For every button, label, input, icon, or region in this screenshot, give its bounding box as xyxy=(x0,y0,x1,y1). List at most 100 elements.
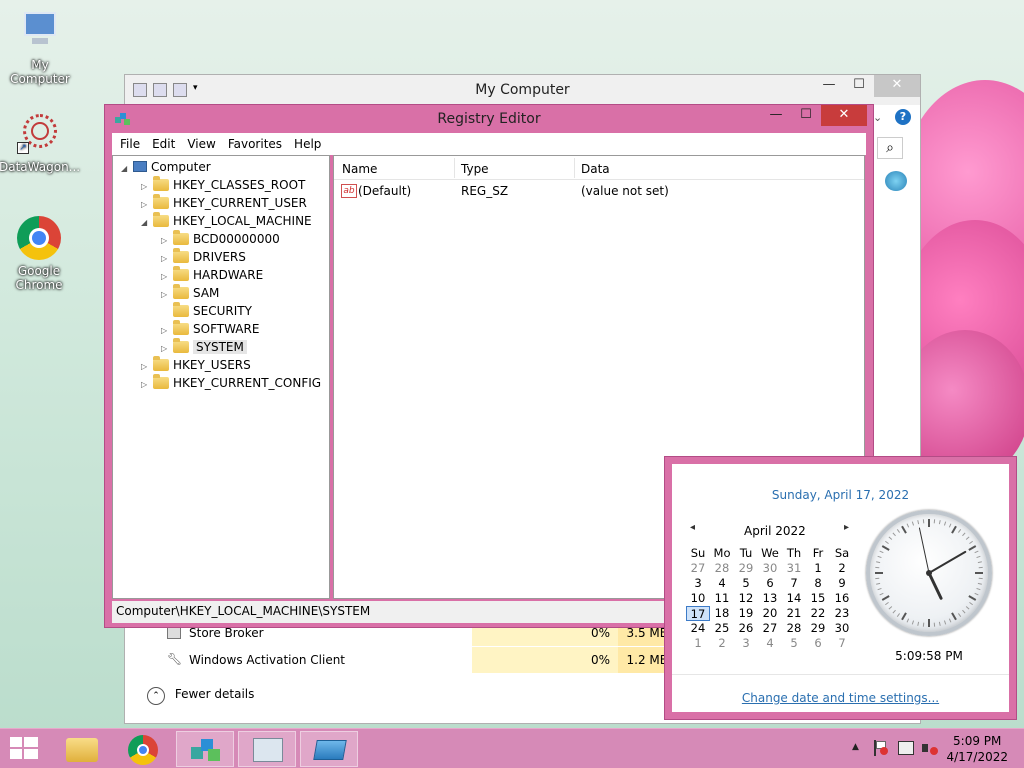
desktop-icon-google-chrome[interactable]: Google Chrome xyxy=(0,216,79,292)
expand-arrow-icon[interactable]: ▷ xyxy=(141,376,151,394)
fewer-details-button[interactable]: ⌃ Fewer details xyxy=(147,687,254,705)
calendar-day[interactable]: 29 xyxy=(806,621,830,636)
column-header-type[interactable]: Type xyxy=(461,162,489,176)
calendar-day[interactable]: 16 xyxy=(830,591,854,606)
close-button[interactable]: ✕ xyxy=(874,75,920,97)
calendar-day[interactable]: 1 xyxy=(686,636,710,651)
clock-flyout[interactable]: Sunday, April 17, 2022 ◂ April 2022 ▸ Su… xyxy=(664,456,1017,720)
close-button[interactable]: ✕ xyxy=(821,105,867,126)
change-date-time-settings-link[interactable]: Change date and time settings... xyxy=(672,691,1009,705)
desktop-icon-datawagon[interactable]: ↗ DataWagon... xyxy=(0,112,80,174)
registry-editor-titlebar[interactable]: Registry Editor — ☐ ✕ xyxy=(105,105,873,133)
tree-node-hkey-classes-root[interactable]: ▷ HKEY_CLASSES_ROOT xyxy=(141,176,305,194)
tree-node-computer[interactable]: ◢ Computer xyxy=(121,158,211,176)
calendar-day[interactable]: 23 xyxy=(830,606,854,621)
menu-file[interactable]: File xyxy=(116,133,148,155)
tree-node-sam[interactable]: ▷ SAM xyxy=(161,284,219,302)
tree-node-software[interactable]: ▷ SOFTWARE xyxy=(161,320,259,338)
network-icon[interactable] xyxy=(885,171,907,191)
column-header-name[interactable]: Name xyxy=(342,162,377,176)
calendar-day[interactable]: 26 xyxy=(734,621,758,636)
calendar-day-today[interactable]: 17 xyxy=(686,606,710,621)
maximize-button[interactable]: ☐ xyxy=(844,75,874,97)
menu-favorites[interactable]: Favorites xyxy=(224,133,290,155)
calendar-day[interactable]: 6 xyxy=(758,576,782,591)
calendar-day[interactable]: 5 xyxy=(734,576,758,591)
help-icon[interactable]: ? xyxy=(895,109,911,125)
taskbar-task-manager[interactable] xyxy=(238,731,296,767)
calendar-day[interactable]: 6 xyxy=(806,636,830,651)
calendar-day[interactable]: 4 xyxy=(710,576,734,591)
calendar-day[interactable]: 21 xyxy=(782,606,806,621)
tree-node-hardware[interactable]: ▷ HARDWARE xyxy=(161,266,263,284)
calendar-day[interactable]: 3 xyxy=(734,636,758,651)
calendar-day[interactable]: 20 xyxy=(758,606,782,621)
calendar-day[interactable]: 27 xyxy=(758,621,782,636)
menu-help[interactable]: Help xyxy=(290,133,329,155)
calendar-month[interactable]: April 2022 xyxy=(744,524,806,538)
calendar-day[interactable]: 7 xyxy=(830,636,854,651)
my-computer-titlebar[interactable]: ▾ My Computer — ☐ ✕ xyxy=(125,75,920,105)
calendar-day[interactable]: 13 xyxy=(758,591,782,606)
collapse-arrow-icon[interactable]: ◢ xyxy=(121,160,131,178)
taskbar-file-explorer[interactable] xyxy=(54,731,112,767)
calendar-day[interactable]: 22 xyxy=(806,606,830,621)
calendar-day[interactable]: 29 xyxy=(734,561,758,576)
menu-edit[interactable]: Edit xyxy=(148,133,183,155)
action-center-flag-icon[interactable] xyxy=(874,740,888,756)
registry-value-row[interactable]: ab (Default) REG_SZ (value not set) xyxy=(334,182,864,200)
taskbar-remote-desktop[interactable] xyxy=(300,731,358,767)
tree-node-system[interactable]: ▷ SYSTEM xyxy=(161,338,247,356)
network-tray-icon[interactable] xyxy=(898,741,914,755)
maximize-button[interactable]: ☐ xyxy=(791,105,821,126)
desktop-icon-my-computer[interactable]: My Computer xyxy=(0,10,80,86)
tree-node-hkey-current-config[interactable]: ▷ HKEY_CURRENT_CONFIG xyxy=(141,374,321,392)
calendar-day[interactable]: 8 xyxy=(806,576,830,591)
start-button[interactable] xyxy=(10,737,38,761)
search-icon[interactable]: ⌕ xyxy=(877,137,903,159)
ribbon-expand-icon[interactable]: ⌄ xyxy=(873,111,882,124)
calendar-day[interactable]: 1 xyxy=(806,561,830,576)
calendar-day[interactable]: 14 xyxy=(782,591,806,606)
calendar-day[interactable]: 9 xyxy=(830,576,854,591)
calendar-day[interactable]: 3 xyxy=(686,576,710,591)
show-hidden-icons-button[interactable]: ▲ xyxy=(852,742,859,752)
tray-clock[interactable]: 5:09 PM 4/17/2022 xyxy=(946,733,1008,765)
collapse-arrow-icon[interactable]: ◢ xyxy=(141,214,151,232)
calendar-day[interactable]: 25 xyxy=(710,621,734,636)
calendar-day[interactable]: 24 xyxy=(686,621,710,636)
calendar-day[interactable]: 30 xyxy=(758,561,782,576)
calendar-day[interactable]: 27 xyxy=(686,561,710,576)
tree-node-bcd00000000[interactable]: ▷ BCD00000000 xyxy=(161,230,280,248)
menu-view[interactable]: View xyxy=(183,133,223,155)
calendar-day[interactable]: 19 xyxy=(734,606,758,621)
calendar-day[interactable]: 2 xyxy=(830,561,854,576)
tree-node-hkey-users[interactable]: ▷ HKEY_USERS xyxy=(141,356,251,374)
tree-node-drivers[interactable]: ▷ DRIVERS xyxy=(161,248,246,266)
next-month-button[interactable]: ▸ xyxy=(844,522,849,533)
calendar-day[interactable]: 12 xyxy=(734,591,758,606)
calendar-day[interactable]: 2 xyxy=(710,636,734,651)
calendar-day[interactable]: 28 xyxy=(710,561,734,576)
calendar-day[interactable]: 11 xyxy=(710,591,734,606)
column-header-data[interactable]: Data xyxy=(581,162,610,176)
tree-node-hkey-current-user[interactable]: ▷ HKEY_CURRENT_USER xyxy=(141,194,307,212)
taskbar-registry-editor[interactable] xyxy=(176,731,234,767)
calendar-day[interactable]: 15 xyxy=(806,591,830,606)
calendar-day[interactable]: 18 xyxy=(710,606,734,621)
tree-node-hkey-local-machine[interactable]: ◢ HKEY_LOCAL_MACHINE xyxy=(141,212,312,230)
calendar-day[interactable]: 28 xyxy=(782,621,806,636)
long-date[interactable]: Sunday, April 17, 2022 xyxy=(672,488,1009,502)
calendar-day[interactable]: 4 xyxy=(758,636,782,651)
minimize-button[interactable]: — xyxy=(814,75,844,97)
tree-node-security[interactable]: SECURITY xyxy=(161,302,252,320)
calendar-day[interactable]: 7 xyxy=(782,576,806,591)
calendar-day[interactable]: 10 xyxy=(686,591,710,606)
process-row[interactable]: 🔧︎ Windows Activation Client 0% 1.2 MB 0… xyxy=(134,647,704,673)
previous-month-button[interactable]: ◂ xyxy=(690,522,695,533)
minimize-button[interactable]: — xyxy=(761,105,791,126)
calendar-day[interactable]: 31 xyxy=(782,561,806,576)
calendar-day[interactable]: 30 xyxy=(830,621,854,636)
calendar-day[interactable]: 5 xyxy=(782,636,806,651)
registry-tree[interactable]: ◢ Computer ▷ HKEY_CLASSES_ROOT ▷ HKEY_CURRE… xyxy=(112,155,330,599)
